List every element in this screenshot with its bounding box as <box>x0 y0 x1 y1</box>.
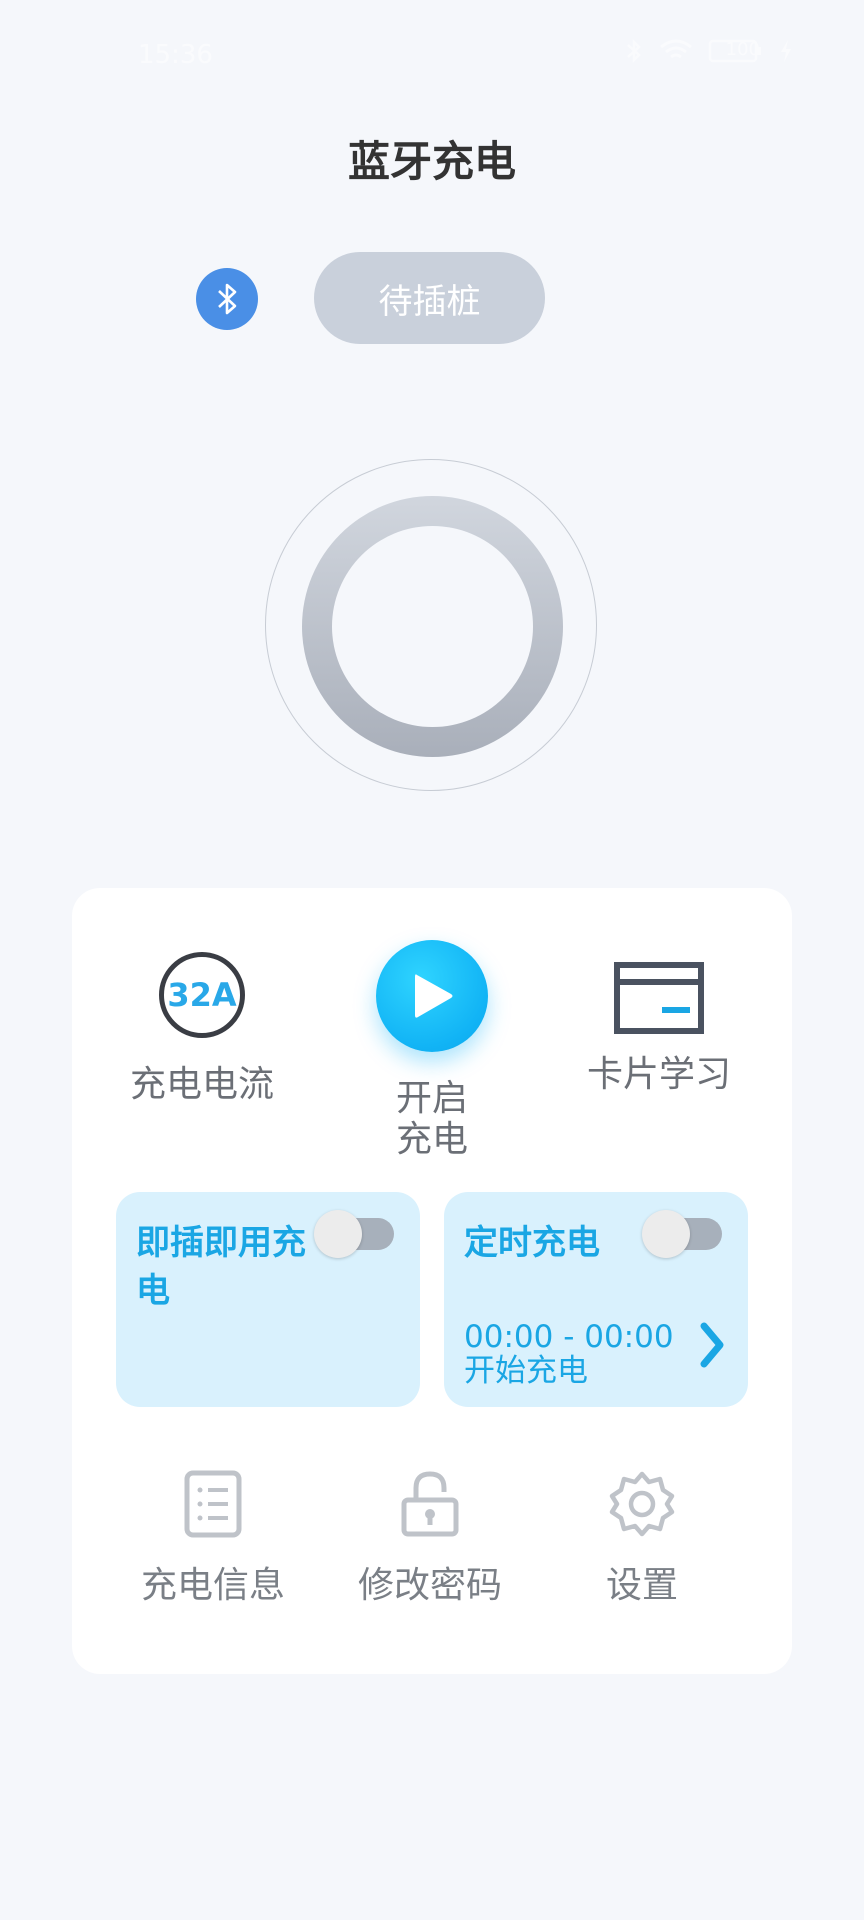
bluetooth-status-icon <box>627 38 641 64</box>
scheduled-time-range: 00:00 - 00:00 <box>464 1319 674 1355</box>
control-panel: 32A 充电电流 开启 充电 卡片学习 即插即用充电 定时充电 00:00 - … <box>72 888 792 1674</box>
start-charge-button[interactable]: 开启 充电 <box>362 940 502 1161</box>
plug-and-play-toggle[interactable] <box>314 1210 394 1258</box>
charge-info-label: 充电信息 <box>140 1565 285 1606</box>
charge-info-button[interactable]: 充电信息 <box>138 1470 288 1608</box>
charge-current-label: 充电电流 <box>129 1064 274 1105</box>
settings-button[interactable]: 设置 <box>567 1470 717 1608</box>
plug-and-play-card: 即插即用充电 <box>116 1192 420 1407</box>
scheduled-charge-title: 定时充电 <box>464 1223 600 1263</box>
scheduled-start-label: 开始充电 <box>464 1353 588 1390</box>
card-learn-label: 卡片学习 <box>586 1054 731 1095</box>
document-list-icon <box>184 1470 242 1538</box>
status-icons: 100 <box>624 38 794 64</box>
current-value: 32A <box>167 976 237 1014</box>
toggle-knob <box>314 1210 362 1258</box>
ring-center <box>332 526 533 727</box>
scheduled-charge-toggle[interactable] <box>642 1210 722 1258</box>
bluetooth-button[interactable] <box>196 268 258 330</box>
scheduled-time-info: 00:00 - 00:00 开始充电 <box>464 1320 674 1388</box>
page-title: 蓝牙充电 <box>347 137 516 186</box>
start-charge-label-2: 充电 <box>395 1119 468 1161</box>
status-bar: 15:36 100 <box>0 0 864 90</box>
start-charge-label-1: 开启 <box>395 1078 468 1119</box>
card-learn-button[interactable]: 卡片学习 <box>584 962 734 1095</box>
gear-icon <box>609 1471 675 1537</box>
bluetooth-icon <box>218 283 237 315</box>
charging-status-icon <box>781 40 791 62</box>
charge-current-button[interactable]: 32A 充电电流 <box>127 952 277 1105</box>
status-time: 15:36 <box>138 40 213 70</box>
toggle-knob <box>642 1210 690 1258</box>
connection-status-pill[interactable]: 待插桩 <box>314 252 545 344</box>
scheduled-charge-card[interactable]: 定时充电 00:00 - 00:00 开始充电 <box>444 1192 748 1407</box>
current-icon: 32A <box>159 952 245 1038</box>
change-password-label: 修改密码 <box>357 1565 502 1606</box>
play-icon <box>376 940 488 1052</box>
chevron-right-icon <box>700 1322 724 1368</box>
battery-level: 100 <box>725 39 760 60</box>
change-password-button[interactable]: 修改密码 <box>355 1470 505 1608</box>
wifi-status-icon <box>660 39 692 59</box>
plug-and-play-title: 即插即用充电 <box>136 1223 306 1311</box>
card-icon <box>614 962 704 1034</box>
unlock-icon <box>401 1471 459 1537</box>
settings-label: 设置 <box>605 1565 678 1606</box>
